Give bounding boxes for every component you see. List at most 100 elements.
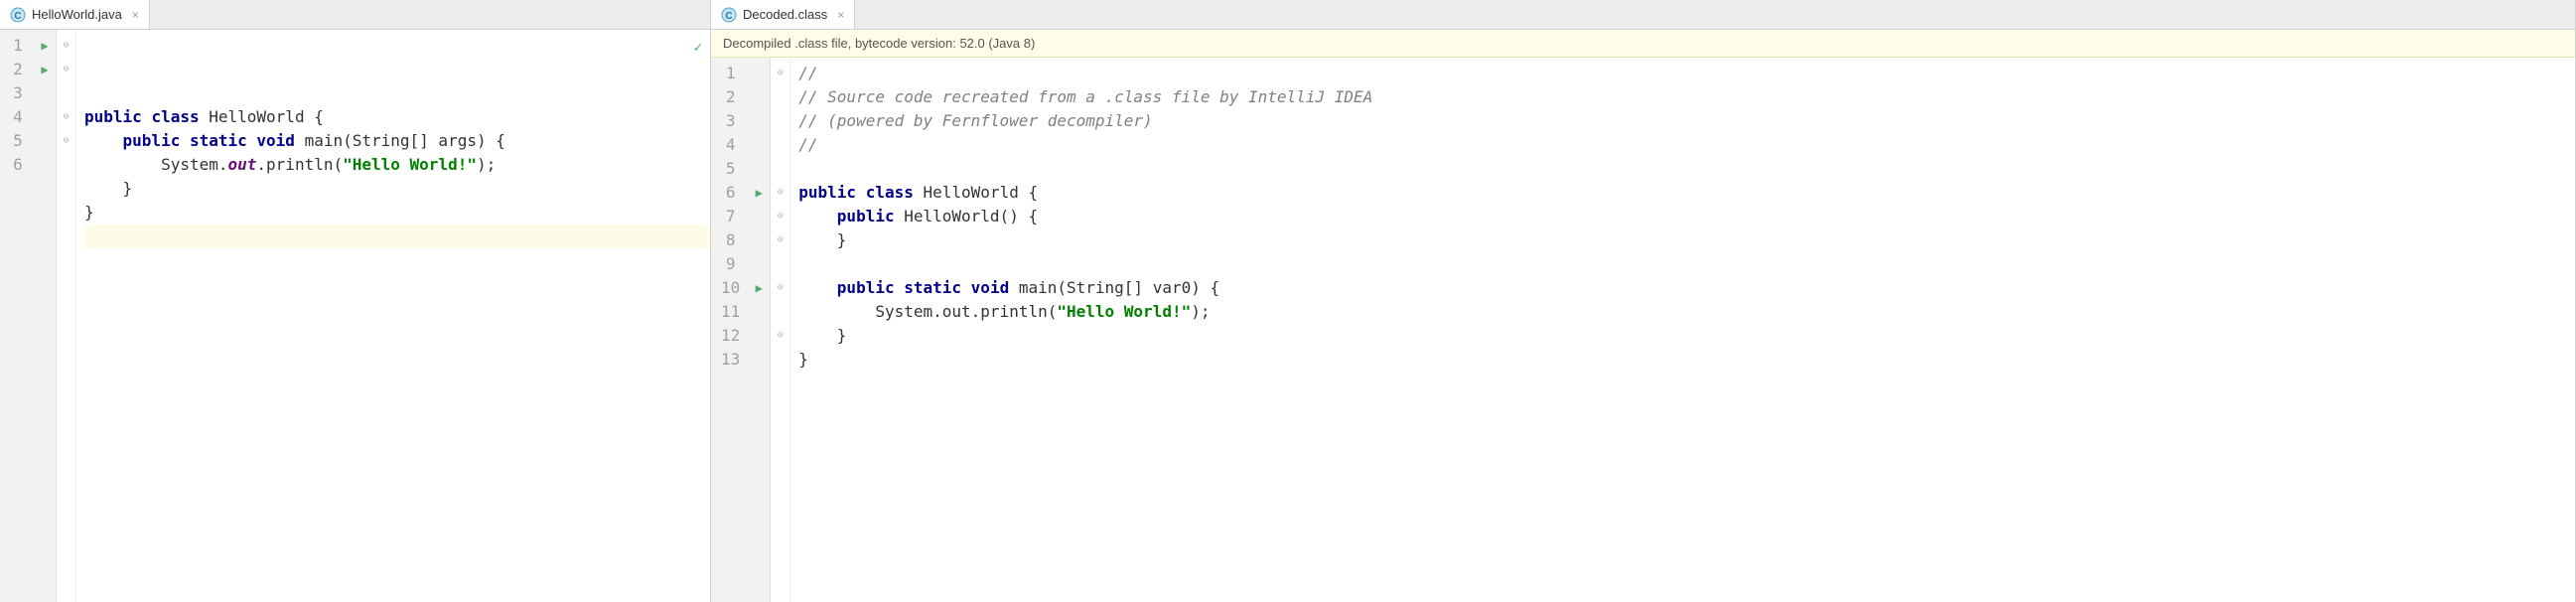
tab-label: Decoded.class	[743, 7, 827, 22]
fold-gutter-cell: ⊖	[771, 324, 789, 348]
line-number: 2	[721, 85, 740, 109]
fold-gutter-cell	[771, 300, 789, 324]
code-line[interactable]: }	[84, 201, 710, 225]
right-editor-pane: C Decoded.class × Decompiled .class file…	[711, 0, 2576, 602]
code-line[interactable]	[798, 157, 2575, 181]
run-gutter-cell	[34, 129, 56, 153]
fold-icon[interactable]: ⊖	[778, 205, 784, 228]
code-line[interactable]: public class HelloWorld {	[84, 105, 710, 129]
run-gutter-cell	[748, 252, 770, 276]
run-gutter-right: ▶▶	[748, 58, 770, 602]
code-line[interactable]	[798, 252, 2575, 276]
fold-gutter-cell: ⊖	[771, 205, 789, 228]
line-number: 1	[10, 34, 26, 58]
code-line[interactable]: }	[798, 324, 2575, 348]
fold-gutter-cell	[57, 81, 75, 105]
fold-icon[interactable]: ⊖	[63, 105, 69, 129]
close-icon[interactable]: ×	[132, 8, 139, 22]
code-line[interactable]: //	[798, 62, 2575, 85]
fold-gutter-cell	[771, 133, 789, 157]
line-number: 3	[721, 109, 740, 133]
fold-gutter-cell	[771, 109, 789, 133]
fold-icon[interactable]: ⊖	[778, 228, 784, 252]
code-line[interactable]: }	[798, 228, 2575, 252]
run-gutter-cell	[748, 300, 770, 324]
code-line[interactable]: public static void main(String[] var0) {	[798, 276, 2575, 300]
fold-gutter-left: ⊖⊖⊖⊖	[57, 30, 76, 602]
run-gutter-cell[interactable]: ▶	[748, 276, 770, 300]
line-number: 6	[10, 153, 26, 177]
fold-gutter-cell: ⊖	[57, 129, 75, 153]
editor-left[interactable]: 123456 ▶▶ ⊖⊖⊖⊖ ✓ public class HelloWorld…	[0, 30, 710, 602]
editor-right[interactable]: 12345678910111213 ▶▶ ⊖⊖⊖⊖⊖⊖ //// Source …	[711, 58, 2575, 602]
line-number: 5	[10, 129, 26, 153]
fold-gutter-cell: ⊖	[57, 58, 75, 81]
fold-gutter-cell	[771, 252, 789, 276]
code-line[interactable]: public static void main(String[] args) {	[84, 129, 710, 153]
fold-icon[interactable]: ⊖	[778, 181, 784, 205]
run-gutter-cell	[748, 109, 770, 133]
code-line[interactable]	[84, 225, 710, 248]
run-gutter-cell	[34, 81, 56, 105]
run-gutter-cell	[748, 324, 770, 348]
code-area-right[interactable]: //// Source code recreated from a .class…	[790, 58, 2575, 602]
line-number: 4	[721, 133, 740, 157]
line-number: 8	[721, 228, 740, 252]
code-line[interactable]: }	[84, 177, 710, 201]
tab-label: HelloWorld.java	[32, 7, 122, 22]
code-line[interactable]: public class HelloWorld {	[798, 181, 2575, 205]
gutter-right: 12345678910111213 ▶▶	[711, 58, 771, 602]
fold-icon[interactable]: ⊖	[778, 62, 784, 85]
run-gutter-cell	[748, 157, 770, 181]
tab-bar-left: C HelloWorld.java ×	[0, 0, 710, 30]
code-line[interactable]: // Source code recreated from a .class f…	[798, 85, 2575, 109]
run-gutter-cell	[34, 153, 56, 177]
code-line[interactable]: public HelloWorld() {	[798, 205, 2575, 228]
fold-icon[interactable]: ⊖	[63, 58, 69, 81]
line-numbers-left: 123456	[0, 30, 34, 602]
line-number: 2	[10, 58, 26, 81]
fold-icon[interactable]: ⊖	[63, 34, 69, 58]
line-number: 1	[721, 62, 740, 85]
line-number: 9	[721, 252, 740, 276]
close-icon[interactable]: ×	[837, 8, 844, 22]
code-line[interactable]: System.out.println("Hello World!");	[798, 300, 2575, 324]
code-line[interactable]: }	[798, 348, 2575, 372]
svg-text:C: C	[725, 11, 732, 22]
class-icon: C	[721, 7, 737, 23]
run-icon[interactable]: ▶	[41, 34, 48, 58]
fold-gutter-cell	[771, 348, 789, 372]
run-gutter-cell	[748, 85, 770, 109]
decompiled-banner: Decompiled .class file, bytecode version…	[711, 30, 2575, 58]
fold-gutter-cell: ⊖	[57, 34, 75, 58]
tab-decoded-class[interactable]: C Decoded.class ×	[711, 0, 855, 29]
code-area-left[interactable]: ✓ public class HelloWorld { public stati…	[76, 30, 710, 602]
check-icon: ✓	[694, 36, 702, 60]
gutter-left: 123456 ▶▶	[0, 30, 57, 602]
run-gutter-cell[interactable]: ▶	[748, 181, 770, 205]
run-gutter-cell[interactable]: ▶	[34, 58, 56, 81]
svg-text:C: C	[14, 11, 21, 22]
run-icon[interactable]: ▶	[41, 58, 48, 81]
tab-helloworld-java[interactable]: C HelloWorld.java ×	[0, 0, 150, 29]
line-number: 5	[721, 157, 740, 181]
fold-gutter-cell: ⊖	[771, 228, 789, 252]
code-line[interactable]: // (powered by Fernflower decompiler)	[798, 109, 2575, 133]
fold-gutter-cell	[57, 153, 75, 177]
code-line[interactable]: //	[798, 133, 2575, 157]
code-line[interactable]: System.out.println("Hello World!");	[84, 153, 710, 177]
fold-gutter-cell: ⊖	[57, 105, 75, 129]
fold-icon[interactable]: ⊖	[63, 129, 69, 153]
left-editor-pane: C HelloWorld.java × 123456 ▶▶ ⊖⊖⊖⊖ ✓ pub…	[0, 0, 711, 602]
run-gutter-cell[interactable]: ▶	[34, 34, 56, 58]
run-icon[interactable]: ▶	[756, 276, 763, 300]
class-icon: C	[10, 7, 26, 23]
fold-icon[interactable]: ⊖	[778, 276, 784, 300]
run-gutter-left: ▶▶	[34, 30, 56, 602]
run-icon[interactable]: ▶	[756, 181, 763, 205]
tab-bar-right: C Decoded.class ×	[711, 0, 2575, 30]
run-gutter-cell	[34, 105, 56, 129]
run-gutter-cell	[748, 133, 770, 157]
fold-gutter-cell	[771, 85, 789, 109]
fold-icon[interactable]: ⊖	[778, 324, 784, 348]
